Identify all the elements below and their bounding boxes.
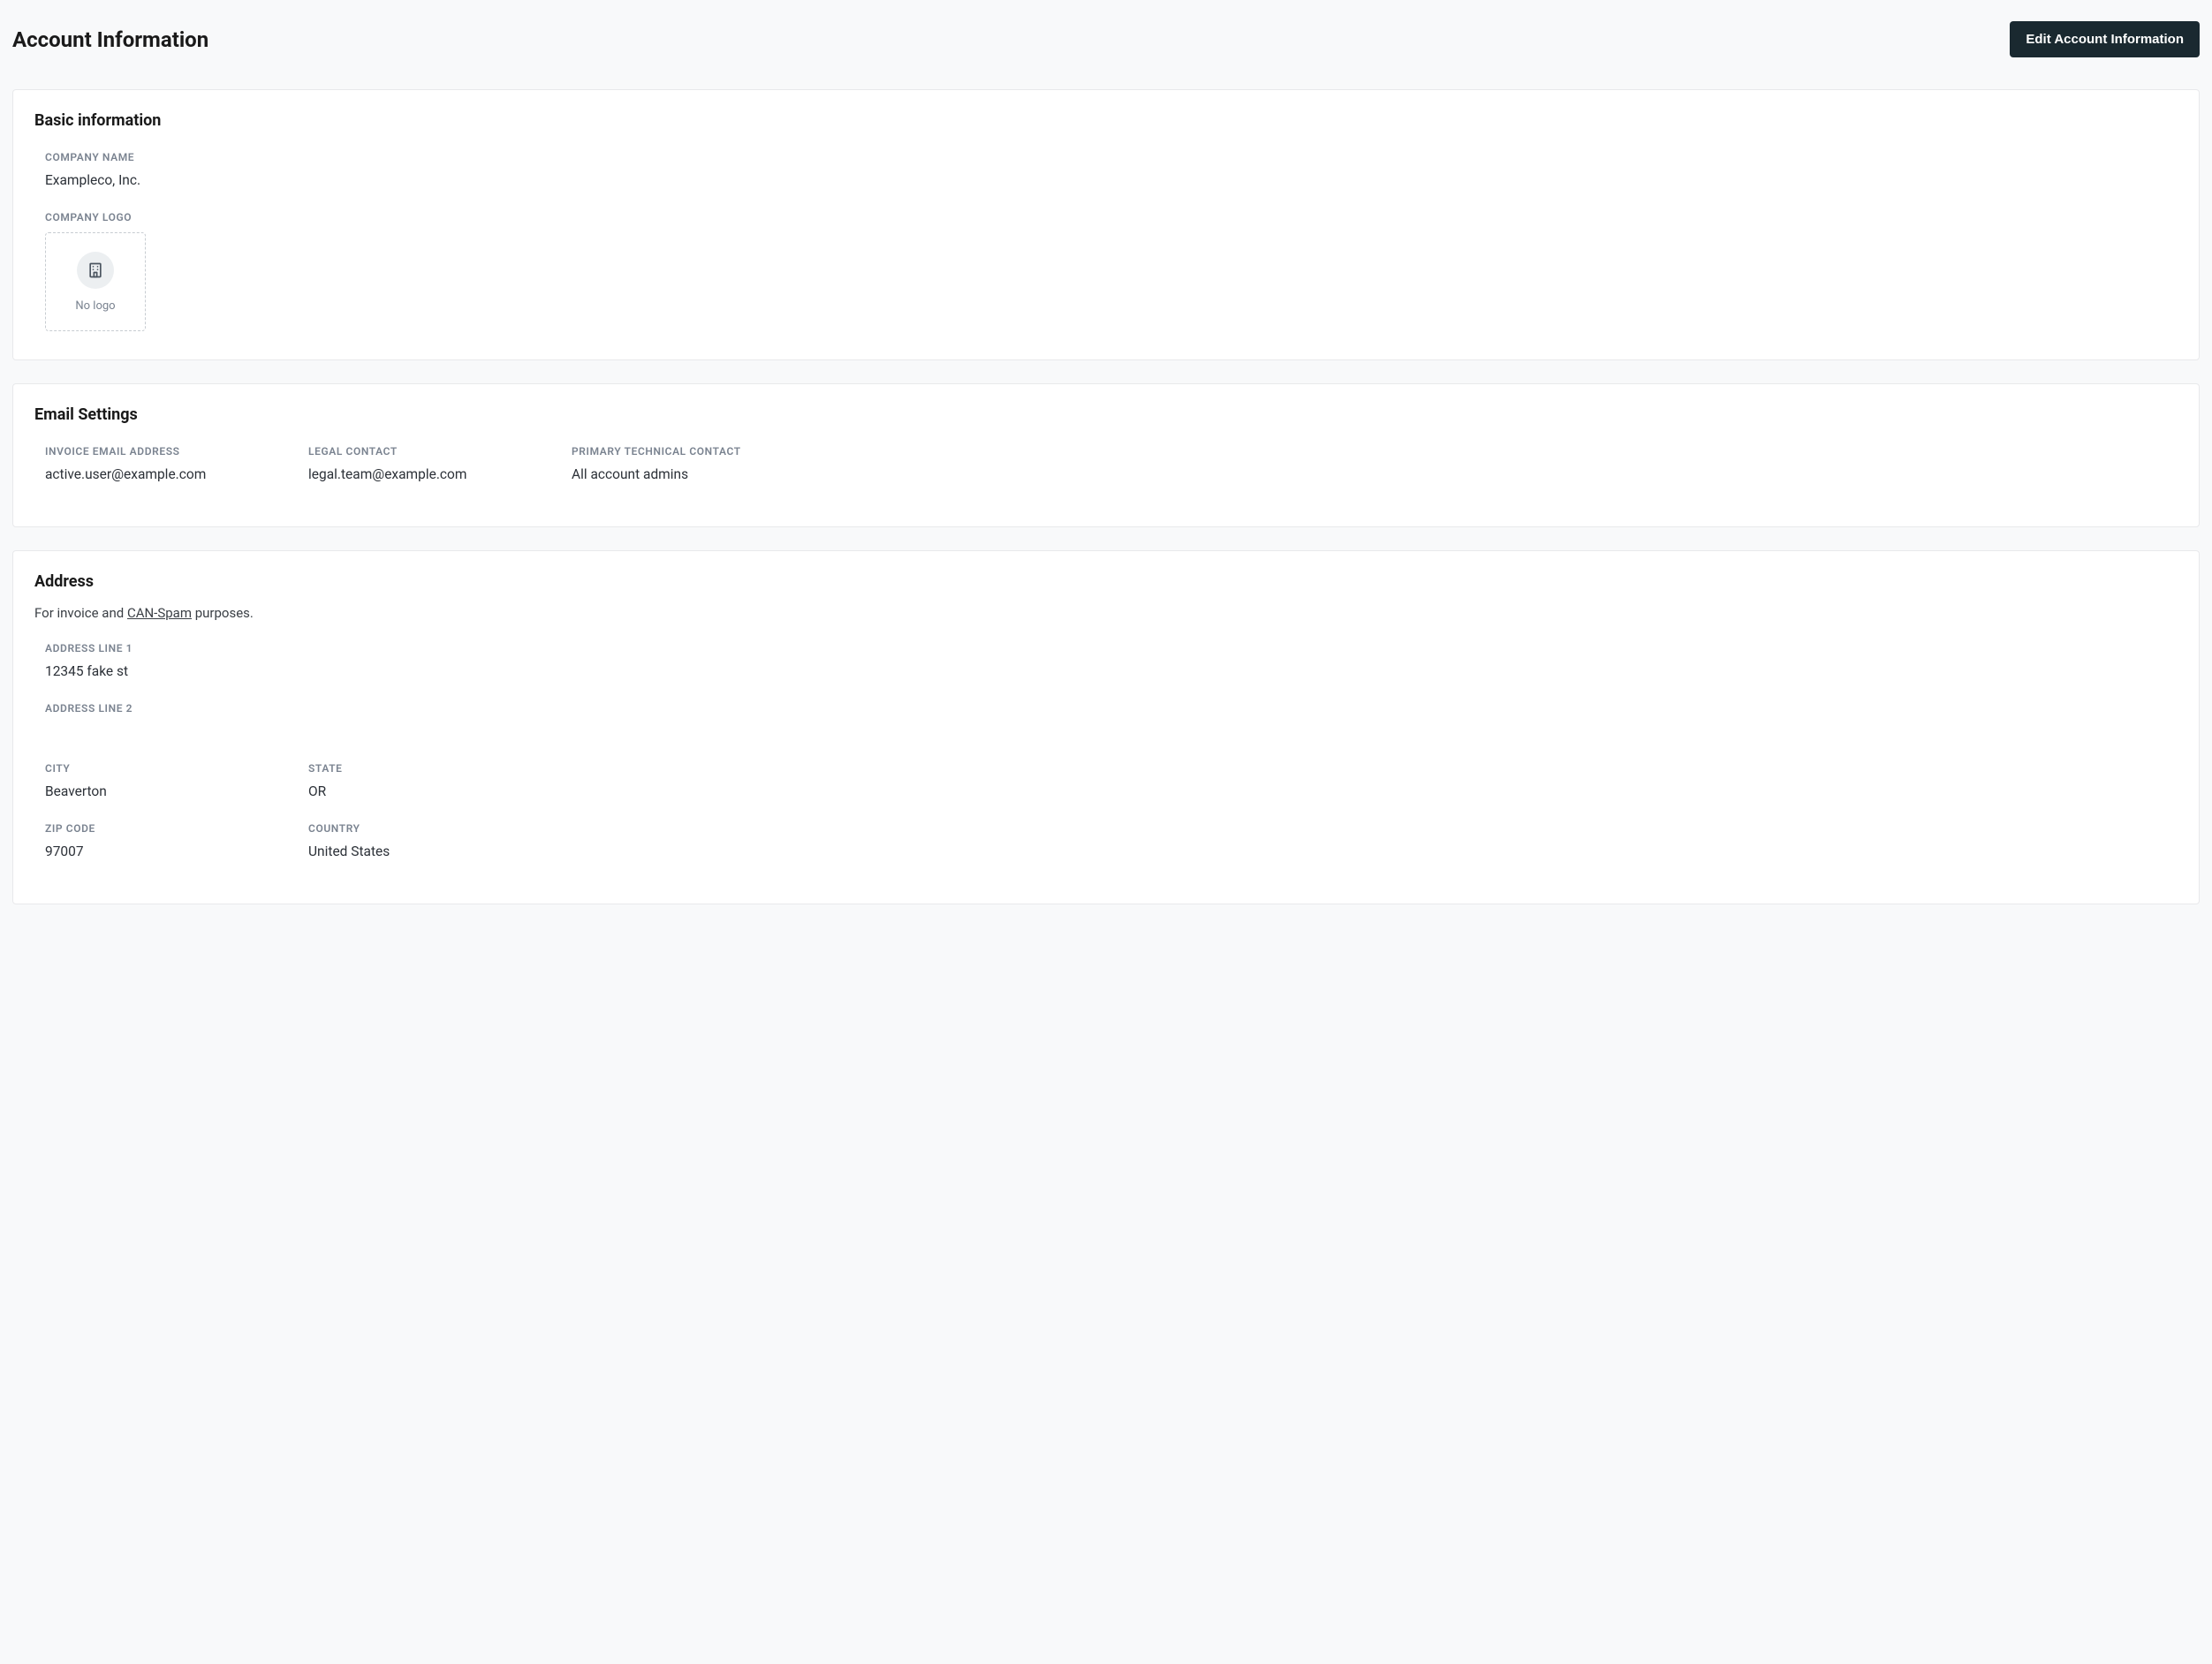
city-value: Beaverton [45, 783, 298, 801]
email-settings-title: Email Settings [34, 405, 2178, 424]
address-line1-label: ADDRESS LINE 1 [45, 642, 2178, 654]
zip-label: ZIP CODE [45, 822, 298, 835]
basic-info-title: Basic information [34, 111, 2178, 130]
address-description: For invoice and CAN-Spam purposes. [34, 605, 2178, 621]
building-icon-circle [77, 252, 114, 289]
company-name-value: Exampleco, Inc. [45, 172, 2178, 190]
zip-value: 97007 [45, 843, 298, 861]
address-line2-label: ADDRESS LINE 2 [45, 702, 2178, 715]
country-label: COUNTRY [308, 822, 561, 835]
address-line2-value [45, 723, 2178, 741]
primary-tech-value: All account admins [572, 466, 824, 484]
can-spam-link[interactable]: CAN-Spam [127, 605, 192, 621]
page-title: Account Information [12, 27, 208, 52]
address-desc-prefix: For invoice and [34, 605, 127, 621]
address-card: Address For invoice and CAN-Spam purpose… [12, 550, 2200, 904]
no-logo-text: No logo [75, 299, 115, 313]
primary-tech-label: PRIMARY TECHNICAL CONTACT [572, 445, 824, 458]
address-title: Address [34, 572, 2178, 591]
invoice-email-value: active.user@example.com [45, 466, 298, 484]
edit-account-button[interactable]: Edit Account Information [2010, 21, 2200, 57]
address-desc-suffix: purposes. [192, 605, 254, 621]
company-name-label: COMPANY NAME [45, 151, 2178, 163]
basic-information-card: Basic information COMPANY NAME Exampleco… [12, 89, 2200, 360]
state-label: STATE [308, 762, 561, 775]
legal-contact-label: LEGAL CONTACT [308, 445, 561, 458]
country-value: United States [308, 843, 561, 861]
invoice-email-label: INVOICE EMAIL ADDRESS [45, 445, 298, 458]
legal-contact-value: legal.team@example.com [308, 466, 561, 484]
email-settings-card: Email Settings INVOICE EMAIL ADDRESS act… [12, 383, 2200, 527]
company-logo-placeholder: No logo [45, 232, 146, 331]
building-icon [87, 261, 104, 279]
company-logo-label: COMPANY LOGO [45, 211, 2178, 223]
address-line1-value: 12345 fake st [45, 663, 2178, 681]
state-value: OR [308, 783, 561, 801]
city-label: CITY [45, 762, 298, 775]
